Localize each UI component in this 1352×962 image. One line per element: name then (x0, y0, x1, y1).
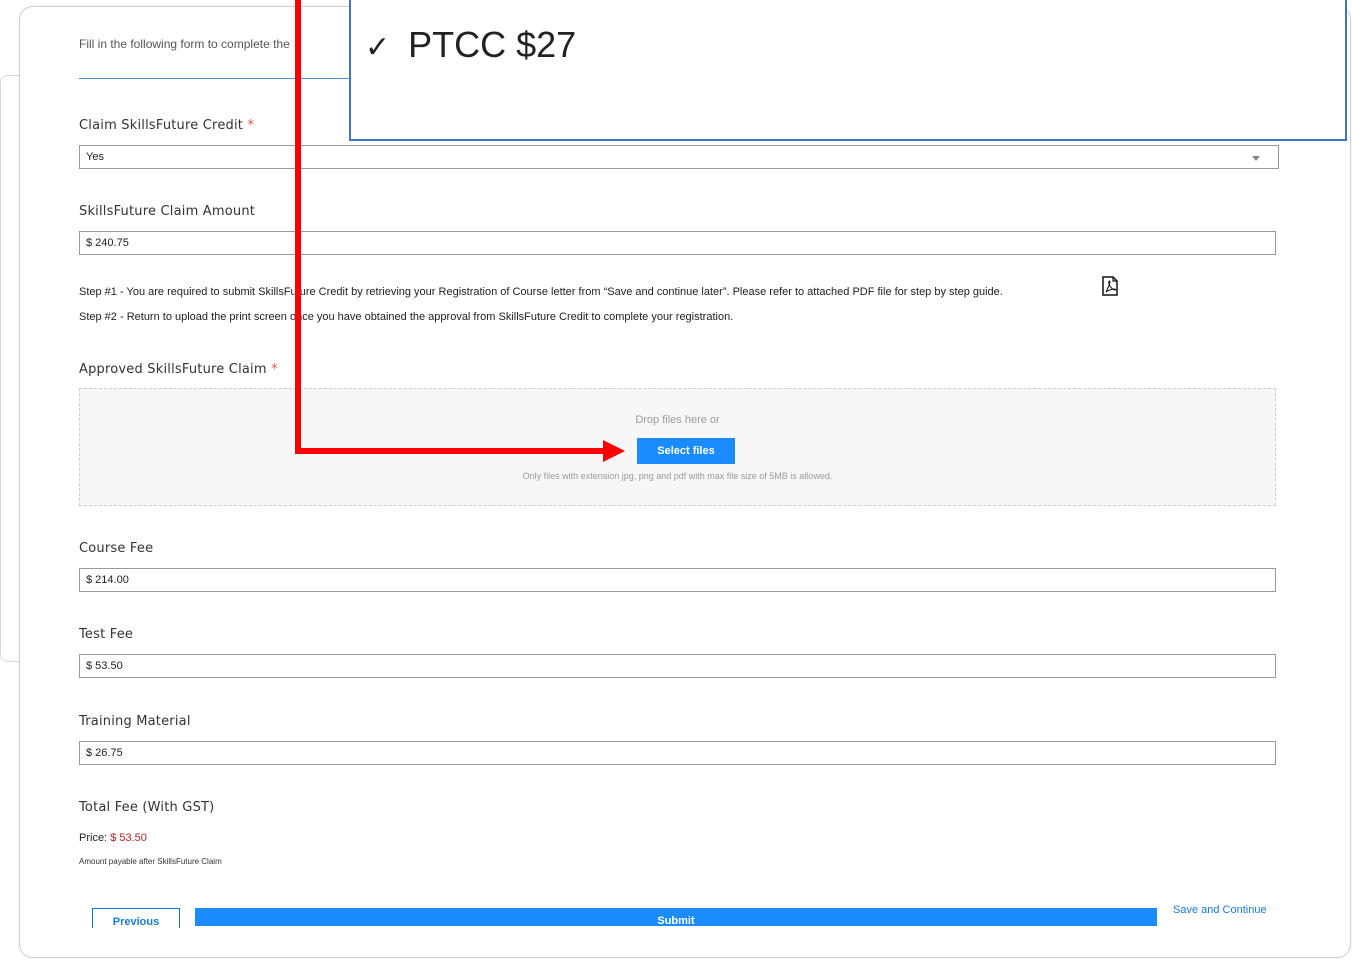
chevron-down-icon (1252, 156, 1260, 161)
dropzone-text: Drop files here or (635, 414, 720, 426)
claim-sf-label-text: Claim SkillsFuture Credit (79, 118, 244, 133)
test-fee-field[interactable]: $ 53.50 (79, 654, 1276, 678)
submit-button[interactable]: Submit (195, 908, 1157, 926)
test-fee-label: Test Fee (79, 627, 134, 642)
step-1-text: Step #1 - You are required to submit Ski… (79, 286, 1003, 298)
required-marker: * (247, 118, 255, 133)
price-note: Amount payable after SkillsFuture Claim (79, 857, 222, 866)
sf-amount-field[interactable]: $ 240.75 (79, 231, 1276, 255)
claim-sf-select-value: Yes (86, 151, 104, 163)
check-icon: ✓ (365, 31, 391, 64)
dropzone-note: Only files with extension jpg, png and p… (522, 471, 833, 481)
file-dropzone[interactable]: Drop files here or Select files Only fil… (79, 388, 1276, 506)
step-2-text: Step #2 - Return to upload the print scr… (79, 311, 734, 323)
price-value: $ 53.50 (110, 832, 147, 844)
form-intro-text: Fill in the following form to complete t… (79, 37, 290, 51)
callout-text: ✓ PTCC $27 (365, 24, 576, 66)
approved-claim-label: Approved SkillsFuture Claim * (79, 362, 278, 377)
intro-divider (79, 78, 379, 79)
callout-label: PTCC $27 (408, 24, 577, 65)
approved-claim-label-text: Approved SkillsFuture Claim (79, 362, 267, 377)
course-fee-field[interactable]: $ 214.00 (79, 568, 1276, 592)
save-and-continue-link[interactable]: Save and Continue (1173, 904, 1267, 916)
total-fee-label: Total Fee (With GST) (79, 800, 215, 815)
price-line: Price: $ 53.50 (79, 832, 147, 844)
annotation-callout: ✓ PTCC $27 (349, 0, 1347, 141)
claim-sf-label: Claim SkillsFuture Credit * (79, 118, 254, 133)
annotation-arrow-horizontal (295, 448, 605, 454)
select-files-button[interactable]: Select files (637, 438, 735, 464)
annotation-arrow-vertical (295, 0, 301, 454)
required-marker: * (271, 362, 278, 377)
pdf-file-icon[interactable] (1101, 276, 1119, 296)
price-label: Price: (79, 832, 108, 844)
training-material-field[interactable]: $ 26.75 (79, 741, 1276, 765)
claim-sf-select[interactable]: Yes (79, 145, 1279, 169)
previous-button[interactable]: Previous (92, 908, 180, 928)
arrow-head-icon (603, 440, 625, 462)
course-fee-label: Course Fee (79, 541, 154, 556)
sf-amount-label: SkillsFuture Claim Amount (79, 204, 256, 219)
training-material-label: Training Material (79, 714, 191, 729)
